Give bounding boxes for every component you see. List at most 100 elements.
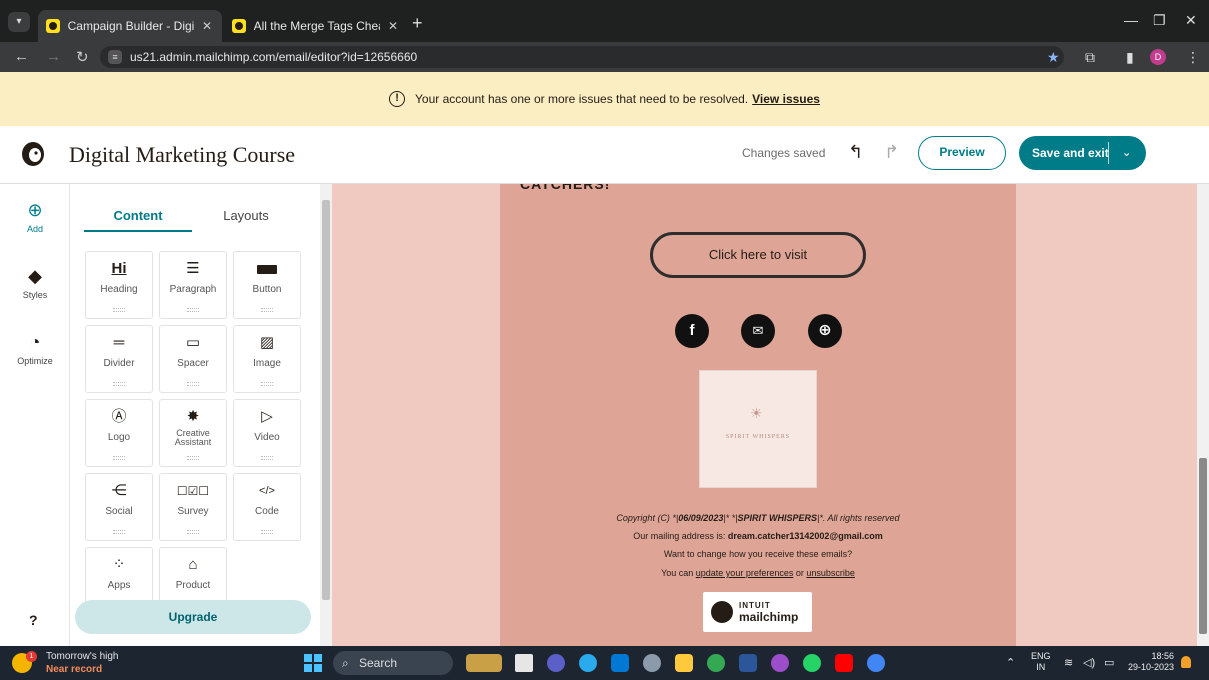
- block-paragraph[interactable]: ☰ Paragraph: [159, 251, 227, 319]
- brand-logo-image[interactable]: ☀ SPIRIT WHISPERS: [699, 370, 817, 488]
- close-window-icon[interactable]: ✕: [1185, 12, 1197, 29]
- language-indicator[interactable]: ENG IN: [1031, 651, 1051, 673]
- drag-handle-icon: [113, 456, 125, 460]
- whatsapp-icon[interactable]: [803, 654, 821, 672]
- youtube-icon[interactable]: [835, 654, 853, 672]
- weather-alert[interactable]: Near record: [46, 664, 102, 675]
- restore-icon[interactable]: ❐: [1153, 12, 1166, 29]
- mailchimp-logo-icon[interactable]: [20, 140, 46, 168]
- store-icon[interactable]: [611, 654, 629, 672]
- tab-search-button[interactable]: ▾: [8, 12, 30, 32]
- block-video[interactable]: ▷ Video: [233, 399, 301, 467]
- taskbar-search[interactable]: ⌕ Search: [333, 651, 453, 675]
- update-preferences-link[interactable]: update your preferences: [696, 568, 794, 578]
- upgrade-button[interactable]: Upgrade: [75, 600, 311, 634]
- back-icon[interactable]: ←: [14, 48, 29, 65]
- panel-scrollbar-thumb[interactable]: [322, 200, 330, 600]
- account-warning-banner: ! Your account has one or more issues th…: [0, 72, 1209, 126]
- tab-layouts[interactable]: Layouts: [192, 208, 300, 232]
- browser-tab-merge-tags[interactable]: All the Merge Tags Cheat Shee ✕: [224, 10, 408, 42]
- intuit-mailchimp-badge[interactable]: INTUIT mailchimp: [703, 592, 812, 632]
- wifi-icon[interactable]: ≋: [1064, 656, 1073, 669]
- help-button[interactable]: ?: [29, 612, 38, 628]
- email-heading-cropped[interactable]: CATCHERS!: [520, 184, 610, 192]
- telegram-icon[interactable]: [579, 654, 597, 672]
- survey-icon: ☐☑☐: [176, 484, 210, 498]
- browser-tab-campaign-builder[interactable]: Campaign Builder - Digital Ma ✕: [38, 10, 222, 42]
- footer-copyright[interactable]: Copyright (C) *|06/09/2023|* *|SPIRIT WH…: [500, 513, 1016, 523]
- rail-styles[interactable]: ◆ Styles: [0, 266, 70, 300]
- block-social[interactable]: ⋲ Social: [85, 473, 153, 541]
- unsubscribe-link[interactable]: unsubscribe: [806, 568, 855, 578]
- chrome-icon[interactable]: [707, 654, 725, 672]
- new-tab-button[interactable]: +: [412, 14, 423, 32]
- save-and-exit-button[interactable]: Save and exit ⌄: [1019, 136, 1146, 170]
- extensions-icon[interactable]: ⧉: [1085, 49, 1095, 66]
- drag-handle-icon: [261, 530, 273, 534]
- plus-circle-icon: ⊕: [27, 200, 43, 220]
- widget-news-icon[interactable]: [466, 654, 502, 672]
- profile-avatar[interactable]: D: [1150, 49, 1166, 65]
- teams-icon[interactable]: [547, 654, 565, 672]
- reload-icon[interactable]: ↻: [76, 48, 89, 66]
- weather-text[interactable]: Tomorrow's high: [46, 651, 119, 662]
- drag-handle-icon: [113, 382, 125, 386]
- rail-optimize[interactable]: ◔ Optimize: [0, 332, 70, 366]
- close-tab-icon[interactable]: ✕: [388, 19, 398, 33]
- windows-start-icon[interactable]: [304, 654, 322, 672]
- volume-icon[interactable]: ◁): [1083, 656, 1095, 669]
- facebook-icon[interactable]: f: [675, 314, 709, 348]
- block-image[interactable]: ▨ Image: [233, 325, 301, 393]
- chevron-up-icon[interactable]: ⌃: [1006, 656, 1015, 669]
- chevron-down-icon[interactable]: ⌄: [1122, 136, 1131, 170]
- footer-change-prefs[interactable]: Want to change how you receive these ema…: [500, 549, 1016, 559]
- video-icon: ▷: [261, 408, 273, 425]
- browser-menu-icon[interactable]: ⋮: [1186, 49, 1200, 66]
- preview-button[interactable]: Preview: [918, 136, 1006, 170]
- close-tab-icon[interactable]: ✕: [202, 19, 212, 33]
- side-panel-icon[interactable]: ▮: [1126, 49, 1134, 66]
- battery-icon[interactable]: ▭: [1104, 656, 1114, 669]
- brand-logo-text: SPIRIT WHISPERS: [725, 434, 791, 440]
- cta-button[interactable]: Click here to visit: [650, 232, 866, 278]
- block-spacer[interactable]: ▭ Spacer: [159, 325, 227, 393]
- notification-bell-icon[interactable]: [1181, 656, 1191, 668]
- file-explorer-icon[interactable]: [675, 654, 693, 672]
- panel-scrollbar[interactable]: [320, 184, 332, 646]
- forward-icon[interactable]: →: [46, 48, 61, 65]
- campaign-title[interactable]: Digital Marketing Course: [69, 142, 295, 168]
- block-logo[interactable]: Ⓐ Logo: [85, 399, 153, 467]
- block-survey[interactable]: ☐☑☐ Survey: [159, 473, 227, 541]
- canvas-scrollbar[interactable]: [1197, 184, 1209, 646]
- settings-gear-icon[interactable]: [643, 654, 661, 672]
- mailchimp-logo-icon: [711, 601, 733, 623]
- site-info-icon[interactable]: ≡: [108, 50, 122, 64]
- block-heading[interactable]: Hi Heading: [85, 251, 153, 319]
- footer-links[interactable]: You can update your preferences or unsub…: [500, 568, 1016, 578]
- rail-add[interactable]: ⊕ Add: [0, 200, 70, 234]
- block-creative-assistant[interactable]: ✸ Creative Assistant: [159, 399, 227, 467]
- block-divider[interactable]: ═ Divider: [85, 325, 153, 393]
- drag-handle-icon: [261, 308, 273, 312]
- canvas-scrollbar-thumb[interactable]: [1199, 458, 1207, 634]
- email-icon[interactable]: ✉: [741, 314, 775, 348]
- redo-icon[interactable]: ↱: [884, 142, 899, 163]
- minimize-icon[interactable]: —: [1124, 12, 1138, 28]
- undo-icon[interactable]: ↰: [848, 142, 863, 163]
- task-view-icon[interactable]: [515, 654, 533, 672]
- block-button[interactable]: Button: [233, 251, 301, 319]
- url-bar[interactable]: ≡ us21.admin.mailchimp.com/email/editor?…: [100, 46, 1064, 68]
- app-icon[interactable]: [771, 654, 789, 672]
- save-status: Changes saved: [742, 146, 826, 160]
- word-icon[interactable]: [739, 654, 757, 672]
- footer-mailing-address[interactable]: Our mailing address is: dream.catcher131…: [500, 531, 1016, 541]
- heading-icon: Hi: [111, 260, 127, 277]
- tab-content[interactable]: Content: [84, 208, 192, 232]
- chrome-profile-icon[interactable]: [867, 654, 885, 672]
- block-code[interactable]: </> Code: [233, 473, 301, 541]
- sun-icon: ☀: [750, 405, 763, 421]
- website-globe-icon[interactable]: ⊕: [808, 314, 842, 348]
- system-clock[interactable]: 18:56 29-10-2023: [1126, 651, 1174, 673]
- view-issues-link[interactable]: View issues: [752, 92, 820, 106]
- bookmark-star-icon[interactable]: ★: [1047, 49, 1060, 66]
